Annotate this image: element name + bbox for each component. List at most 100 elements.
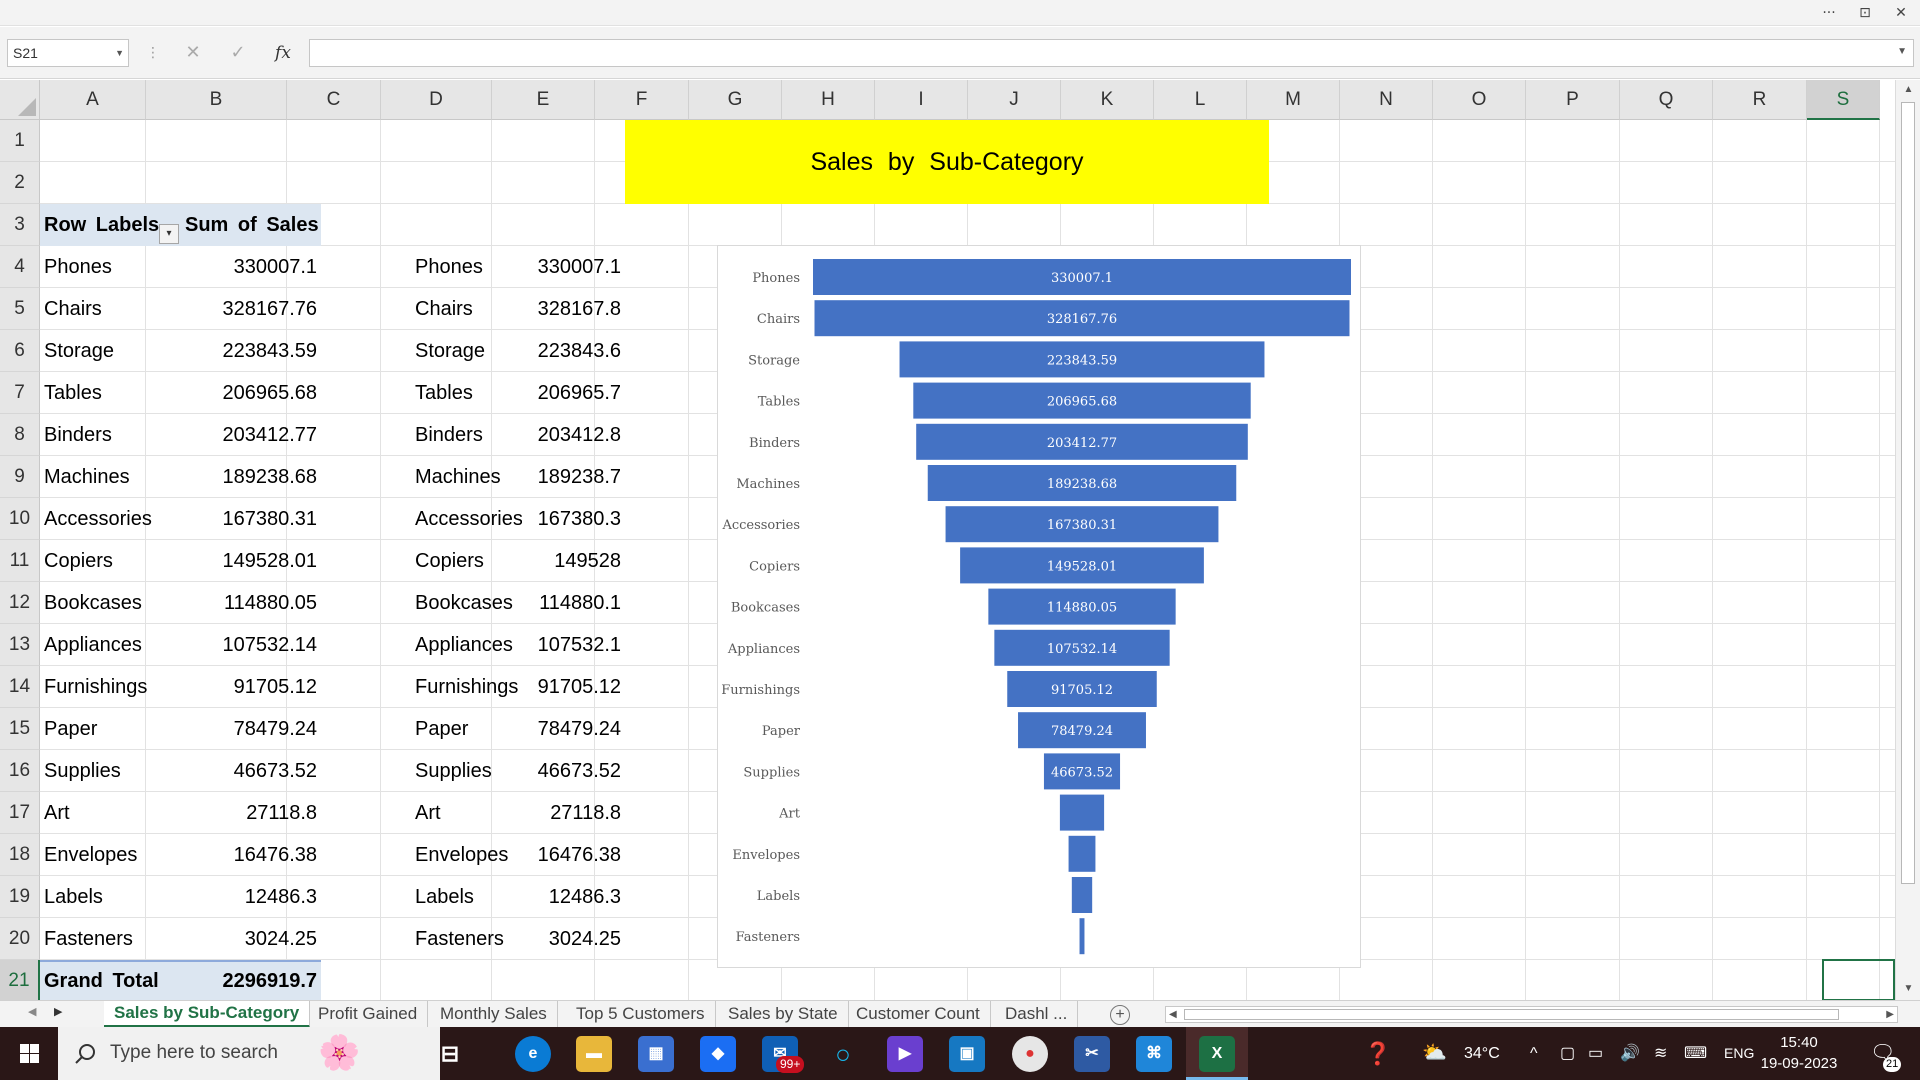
copy-row-value[interactable]: 78479.24 [522, 708, 625, 750]
scroll-right-icon[interactable]: ▶ [1886, 1007, 1894, 1022]
row-header-2[interactable]: 2 [0, 162, 40, 204]
pivot-row-label[interactable]: Furnishings [40, 666, 181, 708]
select-all-corner[interactable] [0, 80, 40, 120]
column-header-n[interactable]: N [1340, 80, 1433, 120]
sheet-tab[interactable]: Sales by State [718, 1001, 849, 1028]
horizontal-scrollbar[interactable]: ◀ ▶ [1165, 1006, 1898, 1023]
pivot-row-value[interactable]: 189238.68 [181, 456, 321, 498]
column-header-b[interactable]: B [146, 80, 287, 120]
chrome-icon[interactable]: ● [1012, 1036, 1048, 1072]
column-header-q[interactable]: Q [1620, 80, 1713, 120]
pivot-row-label[interactable]: Paper [40, 708, 181, 750]
pivot-row-value[interactable]: 12486.3 [181, 876, 321, 918]
pivot-row-value[interactable]: 46673.52 [181, 750, 321, 792]
row-header-1[interactable]: 1 [0, 120, 40, 162]
enter-icon[interactable]: ✓ [220, 39, 256, 67]
copy-row-label[interactable]: Storage [411, 330, 522, 372]
row-header-21[interactable]: 21 [0, 960, 40, 1000]
pivot-row-label[interactable]: Phones [40, 246, 181, 288]
grand-total-label[interactable]: Grand Total [40, 960, 181, 1000]
vertical-scrollbar[interactable]: ▲ ▼ [1895, 80, 1920, 1000]
copy-row-label[interactable]: Phones [411, 246, 522, 288]
show-hidden-icons-icon[interactable]: ^ [1530, 1027, 1538, 1080]
remote-desktop-icon[interactable]: ▣ [949, 1036, 985, 1072]
scroll-down-icon[interactable]: ▼ [1896, 983, 1920, 994]
pivot-row-value[interactable]: 91705.12 [181, 666, 321, 708]
copy-row-label[interactable]: Tables [411, 372, 522, 414]
column-header-g[interactable]: G [689, 80, 782, 120]
copy-row-label[interactable]: Accessories [411, 498, 522, 540]
insert-function-icon[interactable]: fx [265, 39, 301, 67]
copy-row-label[interactable]: Binders [411, 414, 522, 456]
pivot-row-label[interactable]: Appliances [40, 624, 181, 666]
sheet-tab[interactable]: Profit Gained [308, 1001, 429, 1028]
pivot-row-value[interactable]: 149528.01 [181, 540, 321, 582]
column-header-a[interactable]: A [40, 80, 146, 120]
funnel-bar[interactable] [1059, 794, 1105, 831]
wifi-icon[interactable]: ≋ [1654, 1027, 1667, 1080]
weather-temp[interactable]: 34°C [1464, 1027, 1500, 1080]
copy-row-label[interactable]: Machines [411, 456, 522, 498]
column-header-r[interactable]: R [1713, 80, 1807, 120]
pivot-row-value[interactable]: 203412.77 [181, 414, 321, 456]
pivot-row-value[interactable]: 328167.76 [181, 288, 321, 330]
pivot-row-label[interactable]: Accessories [40, 498, 181, 540]
language-indicator[interactable]: ENG [1724, 1027, 1754, 1080]
row-header-10[interactable]: 10 [0, 498, 40, 540]
cortana-icon[interactable]: ○ [825, 1036, 861, 1072]
cancel-icon[interactable]: ✕ [175, 39, 211, 67]
vscode-icon[interactable]: ⌘ [1136, 1036, 1172, 1072]
funnel-bar[interactable] [1079, 918, 1085, 955]
row-header-15[interactable]: 15 [0, 708, 40, 750]
pivot-row-value[interactable]: 16476.38 [181, 834, 321, 876]
row-header-3[interactable]: 3 [0, 204, 40, 246]
pivot-row-label[interactable]: Copiers [40, 540, 181, 582]
add-sheet-button[interactable]: + [1110, 1005, 1130, 1025]
column-header-i[interactable]: I [875, 80, 968, 120]
pivot-row-value[interactable]: 3024.25 [181, 918, 321, 960]
copy-row-value[interactable]: 107532.1 [522, 624, 625, 666]
copy-row-label[interactable]: Copiers [411, 540, 522, 582]
meet-now-icon[interactable]: ▢ [1560, 1027, 1575, 1080]
close-icon[interactable]: ✕ [1886, 2, 1916, 24]
pivot-row-value[interactable]: 27118.8 [181, 792, 321, 834]
vertical-scroll-thumb[interactable] [1901, 102, 1915, 884]
volume-icon[interactable]: 🔊 [1620, 1027, 1640, 1080]
column-header-c[interactable]: C [287, 80, 381, 120]
column-header-h[interactable]: H [782, 80, 875, 120]
taskbar-search[interactable]: Type here to search 🌸 [58, 1027, 440, 1080]
edge-browser-icon[interactable]: e [515, 1036, 551, 1072]
copy-row-label[interactable]: Supplies [411, 750, 522, 792]
pivot-row-value[interactable]: 107532.14 [181, 624, 321, 666]
copy-row-value[interactable]: 203412.8 [522, 414, 625, 456]
funnel-chart[interactable]: Phones 330007.1 Chairs 328167.76 Storage 2238… [717, 245, 1361, 968]
sheet-tab[interactable]: Top 5 Customers [566, 1001, 716, 1028]
more-options-icon[interactable]: ··· [1814, 2, 1844, 24]
copy-row-label[interactable]: Fasteners [411, 918, 522, 960]
pivot-row-value[interactable]: 330007.1 [181, 246, 321, 288]
row-header-13[interactable]: 13 [0, 624, 40, 666]
scroll-left-icon[interactable]: ◀ [1169, 1007, 1177, 1022]
weather-icon[interactable]: ⛅ [1422, 1027, 1447, 1080]
row-header-11[interactable]: 11 [0, 540, 40, 582]
copy-row-value[interactable]: 328167.8 [522, 288, 625, 330]
scroll-up-icon[interactable]: ▲ [1896, 84, 1920, 95]
notifications-icon[interactable]: 🗨 [1870, 1027, 1895, 1080]
restore-window-icon[interactable]: ⊡ [1850, 2, 1880, 24]
pivot-row-value[interactable]: 223843.59 [181, 330, 321, 372]
copy-row-value[interactable]: 189238.7 [522, 456, 625, 498]
system-clock[interactable]: 15:40 19-09-2023 [1754, 1032, 1844, 1074]
copy-row-label[interactable]: Furnishings [411, 666, 522, 708]
copy-row-value[interactable]: 46673.52 [522, 750, 625, 792]
row-header-19[interactable]: 19 [0, 876, 40, 918]
copy-row-value[interactable]: 206965.7 [522, 372, 625, 414]
row-header-20[interactable]: 20 [0, 918, 40, 960]
sheet-tab[interactable]: Customer Count [846, 1001, 991, 1028]
pivot-row-value[interactable]: 206965.68 [181, 372, 321, 414]
copy-row-value[interactable]: 167380.3 [522, 498, 625, 540]
copy-row-label[interactable]: Labels [411, 876, 522, 918]
next-sheet-icon[interactable]: ▶ [54, 1005, 62, 1018]
row-header-6[interactable]: 6 [0, 330, 40, 372]
pivot-row-value[interactable]: 167380.31 [181, 498, 321, 540]
dropbox-icon[interactable]: ◆ [700, 1036, 736, 1072]
